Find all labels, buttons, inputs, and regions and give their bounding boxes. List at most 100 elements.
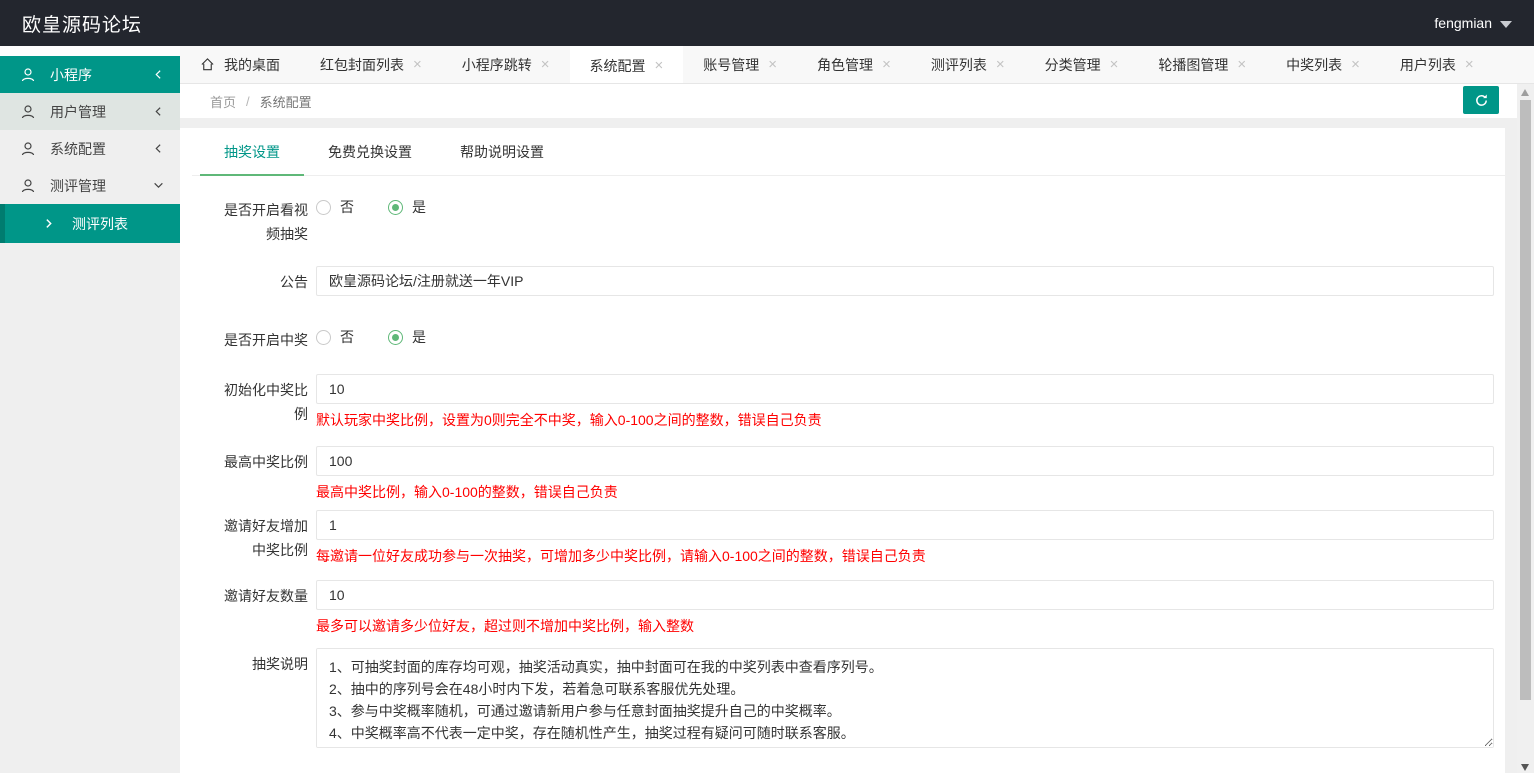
field-label: 公告	[280, 274, 308, 290]
init-ratio-input[interactable]	[316, 374, 1494, 404]
tab-label: 分类管理	[1044, 56, 1101, 73]
tab-user-list[interactable]: 用户列表 ×	[1380, 46, 1494, 83]
tab-desktop[interactable]: 我的桌面	[180, 46, 300, 83]
tab-category-manage[interactable]: 分类管理 ×	[1025, 46, 1139, 83]
max-ratio-input[interactable]	[316, 446, 1494, 476]
sidebar-item-label: 小程序	[50, 66, 92, 83]
tab-carousel-manage[interactable]: 轮播图管理 ×	[1138, 46, 1266, 83]
radio-icon-checked[interactable]	[388, 199, 403, 215]
tab-review-list[interactable]: 测评列表 ×	[911, 46, 1025, 83]
close-icon[interactable]: ×	[1465, 57, 1474, 72]
description-textarea[interactable]: 1、可抽奖封面的库存均可观，抽奖活动真实，抽中封面可在我的中奖列表中查看序列号。…	[316, 648, 1494, 748]
invite-ratio-input[interactable]	[316, 510, 1494, 540]
sidebar-item-review-manage[interactable]: 测评管理	[0, 167, 180, 204]
radio-icon[interactable]	[316, 199, 331, 215]
close-icon[interactable]: ×	[1351, 57, 1360, 72]
refresh-button[interactable]	[1463, 86, 1499, 114]
user-icon	[20, 104, 36, 120]
user-icon	[20, 141, 36, 157]
tab-winning-list[interactable]: 中奖列表 ×	[1266, 46, 1380, 83]
form-row-max-ratio: 最高中奖比例 最高中奖比例，输入0-100的整数，错误自己负责	[220, 446, 1494, 502]
sidebar: 小程序 用户管理 系统配置 测评管理 测评列表	[0, 46, 180, 773]
ctab-label: 抽奖设置	[224, 144, 280, 160]
invite-count-input[interactable]	[316, 580, 1494, 610]
tab-redpacket-covers[interactable]: 红包封面列表 ×	[300, 46, 442, 83]
close-icon[interactable]: ×	[1237, 57, 1246, 72]
lottery-settings-form: 是否开启看视频抽奖 否 是 公告 欧皇源码论坛/注册就送一年VIP 是否开启中奖…	[192, 176, 1505, 773]
close-icon[interactable]: ×	[882, 57, 891, 72]
main-area: 首页 / 系统配置 抽奖设置 免费兑换设置 帮助说明设置 是否开启看视频抽奖 否…	[180, 84, 1517, 773]
user-menu[interactable]: fengmian	[1434, 15, 1512, 31]
scrollbar-thumb[interactable]	[1520, 100, 1531, 700]
tab-free-exchange-settings[interactable]: 免费兑换设置	[304, 128, 436, 175]
radio-icon[interactable]	[316, 329, 331, 345]
ctab-label: 免费兑换设置	[328, 144, 412, 160]
vertical-scrollbar[interactable]	[1517, 84, 1534, 773]
form-row-description: 抽奖说明 1、可抽奖封面的库存均可观，抽奖活动真实，抽中封面可在我的中奖列表中查…	[220, 648, 1494, 753]
tab-lottery-settings[interactable]: 抽奖设置	[200, 128, 304, 176]
field-label: 抽奖说明	[252, 656, 308, 672]
form-row-invite-ratio: 邀请好友增加中奖比例 每邀请一位好友成功参与一次抽奖，可增加多少中奖比例，请输入…	[220, 510, 1494, 566]
username: fengmian	[1434, 15, 1492, 31]
tab-account-manage[interactable]: 账号管理 ×	[683, 46, 797, 83]
user-icon	[20, 67, 36, 83]
breadcrumb-current: 系统配置	[259, 94, 312, 110]
chevron-left-icon	[153, 69, 164, 80]
sidebar-item-label: 用户管理	[50, 103, 106, 120]
tab-role-manage[interactable]: 角色管理 ×	[797, 46, 911, 83]
field-hint: 默认玩家中奖比例，设置为0则完全不中奖，输入0-100之间的整数，错误自己负责	[316, 412, 822, 428]
tab-label: 小程序跳转	[461, 56, 532, 73]
tab-label: 系统配置	[589, 57, 646, 74]
field-hint: 每邀请一位好友成功参与一次抽奖，可增加多少中奖比例，请输入0-100之间的整数，…	[316, 548, 926, 564]
field-label: 是否开启看视频抽奖	[224, 202, 308, 242]
sidebar-subitem-label: 测评列表	[72, 215, 128, 232]
chevron-left-icon	[153, 143, 164, 154]
tab-label: 角色管理	[817, 56, 874, 73]
tab-label: 我的桌面	[224, 56, 280, 73]
radio-option-no[interactable]: 否	[316, 197, 354, 217]
tab-help-settings[interactable]: 帮助说明设置	[436, 128, 568, 175]
close-icon[interactable]: ×	[655, 58, 664, 73]
chevron-down-icon	[153, 180, 164, 191]
settings-card: 抽奖设置 免费兑换设置 帮助说明设置 是否开启看视频抽奖 否 是 公告 欧皇源码…	[192, 128, 1505, 773]
user-icon	[20, 178, 36, 194]
tab-system-config[interactable]: 系统配置 ×	[569, 46, 684, 83]
form-row-invite-count: 邀请好友数量 最多可以邀请多少位好友，超过则不增加中奖比例，输入整数	[220, 580, 1494, 636]
tab-miniprogram-jump[interactable]: 小程序跳转 ×	[442, 46, 570, 83]
form-row-win-enabled: 是否开启中奖 否 是	[220, 324, 1494, 352]
sidebar-item-users[interactable]: 用户管理	[0, 93, 180, 130]
win-enabled-radio-group: 否 是	[316, 324, 1494, 348]
radio-label: 否	[340, 199, 354, 215]
field-hint: 最多可以邀请多少位好友，超过则不增加中奖比例，输入整数	[316, 618, 694, 634]
close-icon[interactable]: ×	[768, 57, 777, 72]
field-hint: 最高中奖比例，输入0-100的整数，错误自己负责	[316, 484, 618, 500]
field-label: 邀请好友数量	[224, 588, 308, 604]
radio-option-no[interactable]: 否	[316, 327, 354, 347]
announcement-input[interactable]	[316, 266, 1494, 296]
radio-option-yes[interactable]: 是	[388, 327, 426, 347]
tab-label: 测评列表	[930, 56, 987, 73]
field-label: 初始化中奖比例	[224, 382, 308, 422]
sidebar-subitem-review-list[interactable]: 测评列表	[0, 204, 180, 243]
scroll-up-arrow-icon[interactable]	[1521, 89, 1529, 96]
radio-option-yes[interactable]: 是	[388, 197, 426, 217]
field-label: 是否开启中奖	[224, 332, 308, 348]
caret-down-icon	[1500, 20, 1512, 28]
app-title: 欧皇源码论坛	[22, 14, 143, 36]
form-row-announcement: 公告	[220, 266, 1494, 296]
close-icon[interactable]: ×	[541, 57, 550, 72]
radio-label: 是	[412, 199, 426, 215]
video-lottery-radio-group: 否 是	[316, 194, 1494, 218]
radio-icon-checked[interactable]	[388, 329, 403, 345]
top-header: 欧皇源码论坛 fengmian	[0, 0, 1534, 46]
tab-label: 红包封面列表	[320, 56, 404, 73]
close-icon[interactable]: ×	[996, 57, 1005, 72]
breadcrumb-home[interactable]: 首页	[210, 92, 236, 111]
sidebar-item-miniprogram[interactable]: 小程序	[0, 56, 180, 93]
sidebar-item-system-config[interactable]: 系统配置	[0, 130, 180, 167]
close-icon[interactable]: ×	[1110, 57, 1119, 72]
breadcrumb-separator: /	[246, 93, 250, 109]
scroll-down-arrow-icon[interactable]	[1521, 764, 1529, 771]
close-icon[interactable]: ×	[413, 57, 422, 72]
radio-label: 是	[412, 329, 426, 345]
